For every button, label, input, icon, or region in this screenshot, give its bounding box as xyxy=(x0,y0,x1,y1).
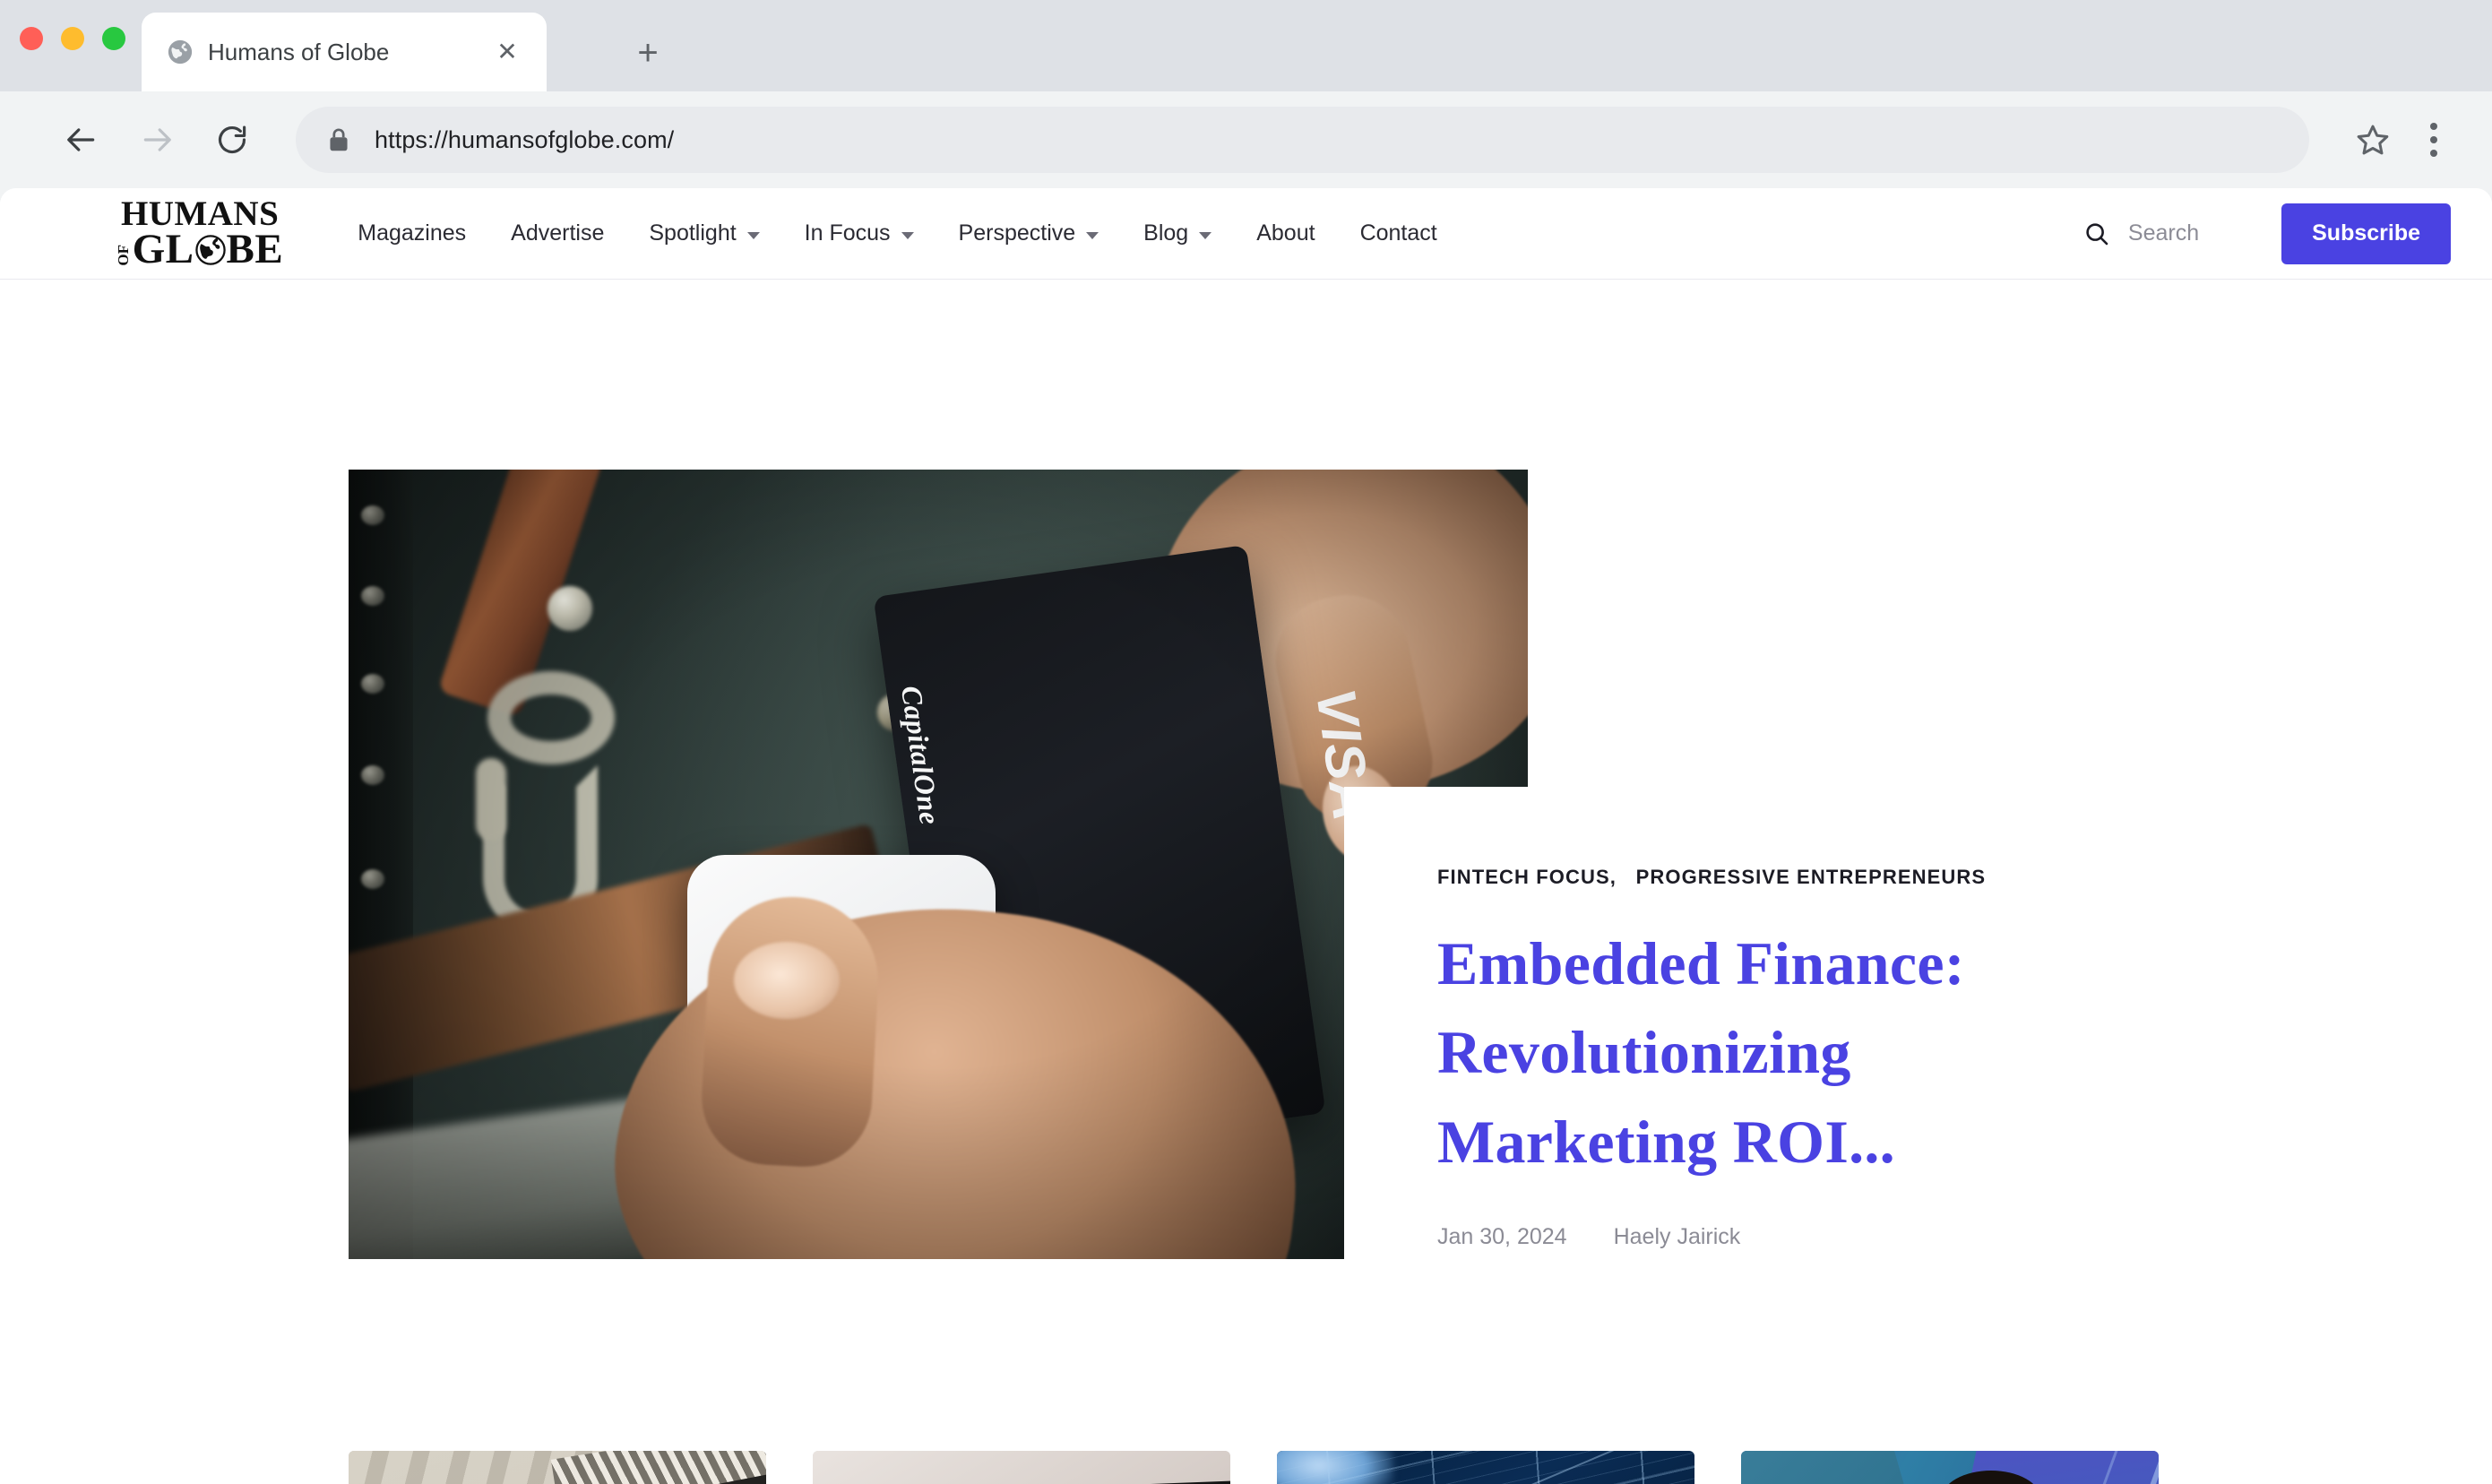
hero-title[interactable]: Embedded Finance: Revolutionizing Market… xyxy=(1437,919,2065,1186)
address-bar-url: https://humansofglobe.com/ xyxy=(375,125,675,153)
hero-meta: Jan 30, 2024 Haely Jairick xyxy=(1437,1224,2330,1250)
page-viewport: HUMANS OF GL BE Magazines Advertise Spot… xyxy=(0,188,2492,1484)
subscribe-button[interactable]: Subscribe xyxy=(2281,203,2451,264)
chevron-down-icon xyxy=(901,231,914,239)
forward-button[interactable] xyxy=(125,108,188,171)
browser-window: Humans of Globe ✕ + https://humansofglob… xyxy=(0,0,2492,1484)
nav-item-perspective[interactable]: Perspective xyxy=(936,220,1122,246)
window-traffic-lights xyxy=(20,27,125,50)
nav-item-advertise[interactable]: Advertise xyxy=(488,220,626,246)
hero-section: CapitalOne VISA •ner xyxy=(0,280,2492,1351)
nav-label: Contact xyxy=(1359,220,1437,246)
chevron-down-icon xyxy=(746,231,760,239)
article-thumbnail-blueprint[interactable]: ELEVATION DETAIL TYP. A DETAIL TYP. B SE… xyxy=(1277,1451,1694,1484)
back-button[interactable] xyxy=(50,108,113,171)
browser-tab-strip: Humans of Globe ✕ + xyxy=(0,0,2492,91)
new-tab-button[interactable]: + xyxy=(627,32,668,73)
site-header: HUMANS OF GL BE Magazines Advertise Spot… xyxy=(0,188,2492,280)
nav-item-about[interactable]: About xyxy=(1234,220,1337,246)
nav-label: Advertise xyxy=(511,220,605,246)
star-icon[interactable] xyxy=(2345,112,2401,168)
nav-label: Spotlight xyxy=(649,220,737,246)
main-navigation: Magazines Advertise Spotlight In Focus P… xyxy=(335,220,1459,246)
article-thumbnail-patagonia[interactable]: patagonia xyxy=(349,1451,766,1484)
nav-item-contact[interactable]: Contact xyxy=(1338,220,1460,246)
nav-label: Perspective xyxy=(958,220,1076,246)
header-actions: Search Subscribe xyxy=(2083,203,2451,264)
article-thumbnail-walmart[interactable]: Home lookbook: fall Seasonal warm colors… xyxy=(813,1451,1230,1484)
article-thumbnail-award[interactable] xyxy=(1741,1451,2159,1484)
maximize-window-button[interactable] xyxy=(102,27,125,50)
hero-categories: FINTECH FOCUS, PROGRESSIVE ENTREPRENEURS xyxy=(1437,866,2330,889)
nav-item-blog[interactable]: Blog xyxy=(1121,220,1234,246)
browser-toolbar: https://humansofglobe.com/ xyxy=(0,91,2492,188)
logo-line-globe-after: BE xyxy=(226,225,284,272)
nav-item-in-focus[interactable]: In Focus xyxy=(782,220,936,246)
hero-author[interactable]: Haely Jairick xyxy=(1614,1224,1741,1250)
browser-tab-title: Humans of Globe xyxy=(208,38,390,65)
close-icon[interactable]: ✕ xyxy=(491,36,523,68)
nav-label: About xyxy=(1256,220,1315,246)
search-icon xyxy=(2086,222,2108,245)
nav-item-spotlight[interactable]: Spotlight xyxy=(626,220,781,246)
globe-icon xyxy=(167,39,194,65)
nav-label: Blog xyxy=(1143,220,1189,246)
hero-date: Jan 30, 2024 xyxy=(1437,1223,1567,1249)
lock-icon xyxy=(326,126,351,153)
logo-word-of: OF xyxy=(115,245,132,267)
search-input[interactable]: Search xyxy=(2083,220,2199,247)
chevron-down-icon xyxy=(1086,231,1099,239)
hero-category-2[interactable]: PROGRESSIVE ENTREPRENEURS xyxy=(1636,866,1987,888)
browser-tab[interactable]: Humans of Globe ✕ xyxy=(142,13,547,91)
hero-category-1[interactable]: FINTECH FOCUS, xyxy=(1437,866,1617,888)
minimize-window-button[interactable] xyxy=(61,27,84,50)
hero-article-card[interactable]: FINTECH FOCUS, PROGRESSIVE ENTREPRENEURS… xyxy=(1344,787,2330,1351)
logo-line-globe-before: GL xyxy=(132,225,194,272)
search-placeholder: Search xyxy=(2127,220,2200,246)
kebab-menu-icon[interactable] xyxy=(2406,112,2462,168)
nav-item-magazines[interactable]: Magazines xyxy=(335,220,488,246)
globe-icon xyxy=(194,235,226,265)
article-thumbnail-row: patagonia Home lookbook: fall Seasonal w… xyxy=(349,1451,2160,1484)
close-window-button[interactable] xyxy=(20,27,43,50)
nav-label: Magazines xyxy=(358,220,467,246)
address-bar[interactable]: https://humansofglobe.com/ xyxy=(296,107,2309,173)
nav-label: In Focus xyxy=(804,220,891,246)
chevron-down-icon xyxy=(1199,231,1212,239)
site-logo[interactable]: HUMANS OF GL BE xyxy=(115,196,284,272)
reload-button[interactable] xyxy=(201,108,263,171)
